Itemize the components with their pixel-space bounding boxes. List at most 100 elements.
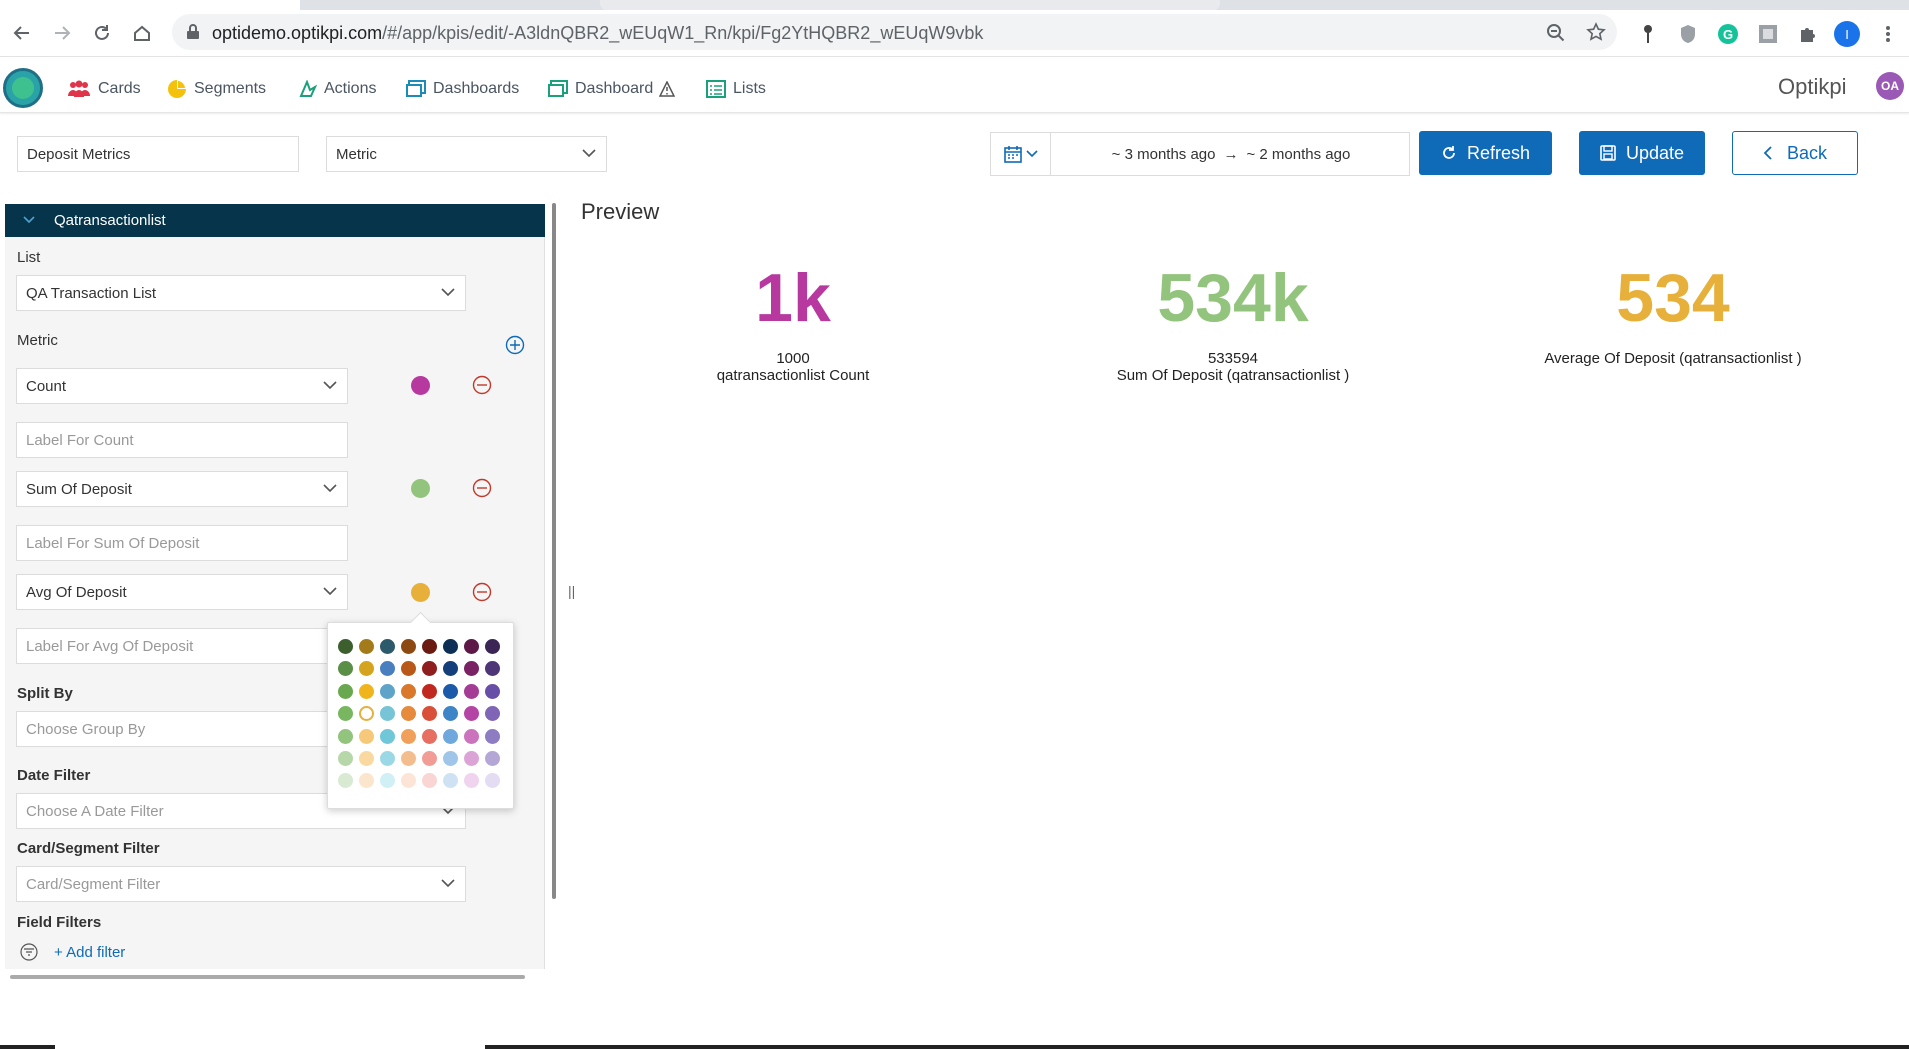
app-logo[interactable] (3, 68, 43, 108)
color-swatch[interactable] (422, 683, 437, 699)
nav-dashboards[interactable]: Dashboards (406, 78, 519, 100)
color-swatch[interactable] (401, 728, 416, 744)
color-swatch[interactable] (464, 728, 479, 744)
nav-lists[interactable]: Lists (706, 78, 766, 100)
nav-actions[interactable]: Actions (299, 78, 376, 100)
color-swatch[interactable] (359, 639, 374, 654)
color-swatch[interactable] (443, 773, 458, 789)
color-swatch[interactable] (359, 661, 374, 677)
active-tab[interactable] (0, 0, 300, 10)
color-swatch[interactable] (359, 683, 374, 699)
color-swatch[interactable] (443, 728, 458, 744)
remove-metric-icon[interactable] (472, 582, 492, 602)
add-filter-link[interactable]: + Add filter (54, 944, 125, 961)
color-swatch[interactable] (485, 773, 500, 789)
color-swatch[interactable] (443, 706, 458, 722)
color-swatch[interactable] (401, 773, 416, 789)
nav-dashboard[interactable]: Dashboard (548, 78, 682, 100)
add-metric-icon[interactable] (505, 335, 525, 355)
color-swatch[interactable] (380, 706, 395, 722)
address-bar[interactable]: optidemo.optikpi.com/#/app/kpis/edit/-A3… (172, 14, 1617, 50)
color-swatch[interactable] (380, 728, 395, 744)
metric-color-swatch[interactable] (411, 479, 430, 498)
color-swatch[interactable] (401, 683, 416, 699)
panel-scrollbar-horizontal[interactable] (10, 975, 525, 979)
screenshot-extension-icon[interactable] (1756, 22, 1780, 46)
color-swatch[interactable] (338, 706, 353, 722)
color-swatch[interactable] (485, 639, 500, 654)
update-button[interactable]: Update (1579, 131, 1705, 175)
user-avatar[interactable]: OA (1876, 72, 1904, 100)
nav-segments[interactable]: Segments (167, 78, 266, 100)
kpi-type-select[interactable]: Metric (326, 136, 607, 172)
color-swatch[interactable] (485, 728, 500, 744)
color-swatch[interactable] (422, 639, 437, 654)
background-tab[interactable] (600, 0, 1220, 10)
metric-label-input-sum[interactable]: Label For Sum Of Deposit (16, 525, 348, 561)
color-swatch[interactable] (443, 639, 458, 654)
color-swatch[interactable] (485, 683, 500, 699)
color-swatch[interactable] (443, 661, 458, 677)
color-swatch[interactable] (464, 773, 479, 789)
panel-scrollbar-vertical[interactable] (552, 203, 556, 899)
color-swatch[interactable] (485, 706, 500, 722)
color-swatch-selected[interactable] (359, 706, 374, 722)
color-swatch[interactable] (338, 639, 353, 654)
refresh-button[interactable]: Refresh (1419, 131, 1552, 175)
remove-metric-icon[interactable] (472, 478, 492, 498)
color-swatch[interactable] (401, 639, 416, 654)
color-swatch[interactable] (338, 773, 353, 789)
home-icon[interactable] (129, 20, 155, 46)
color-swatch[interactable] (338, 728, 353, 744)
color-swatch[interactable] (380, 661, 395, 677)
color-swatch[interactable] (401, 751, 416, 766)
color-swatch[interactable] (464, 751, 479, 766)
zoom-icon[interactable] (1546, 23, 1566, 43)
color-swatch[interactable] (422, 706, 437, 722)
color-swatch[interactable] (338, 661, 353, 677)
color-swatch[interactable] (422, 773, 437, 789)
color-swatch[interactable] (422, 728, 437, 744)
key-icon[interactable] (1636, 22, 1660, 46)
color-swatch[interactable] (380, 683, 395, 699)
bookmark-star-icon[interactable] (1586, 22, 1606, 42)
color-swatch[interactable] (485, 661, 500, 677)
color-swatch[interactable] (443, 751, 458, 766)
kebab-menu-icon[interactable] (1876, 22, 1900, 46)
color-swatch[interactable] (359, 773, 374, 789)
metric-color-swatch[interactable] (411, 376, 430, 395)
color-swatch[interactable] (401, 706, 416, 722)
color-swatch[interactable] (422, 751, 437, 766)
metric-select-sum[interactable]: Sum Of Deposit (16, 471, 348, 507)
color-swatch[interactable] (380, 639, 395, 654)
back-arrow-icon[interactable] (9, 20, 35, 46)
reload-icon[interactable] (89, 20, 115, 46)
metric-select-count[interactable]: Count (16, 368, 348, 404)
metric-label-input-count[interactable]: Label For Count (16, 422, 348, 458)
panel-resize-handle[interactable]: || (568, 583, 575, 599)
grammarly-icon[interactable]: G (1716, 22, 1740, 46)
color-swatch[interactable] (485, 751, 500, 766)
color-swatch[interactable] (464, 706, 479, 722)
color-swatch[interactable] (338, 751, 353, 766)
list-select[interactable]: QA Transaction List (16, 275, 466, 311)
kpi-name-input[interactable]: Deposit Metrics (17, 136, 299, 172)
nav-cards[interactable]: Cards (67, 78, 141, 100)
color-swatch[interactable] (464, 639, 479, 654)
shield-icon[interactable] (1676, 22, 1700, 46)
color-swatch[interactable] (338, 683, 353, 699)
profile-avatar[interactable]: I (1834, 21, 1860, 47)
forward-arrow-icon[interactable] (49, 20, 75, 46)
back-button[interactable]: Back (1732, 131, 1858, 175)
date-range-picker[interactable]: ~ 3 months ago → ~ 2 months ago (990, 132, 1410, 176)
color-swatch[interactable] (380, 751, 395, 766)
color-swatch[interactable] (359, 728, 374, 744)
color-swatch[interactable] (401, 661, 416, 677)
calendar-toggle[interactable] (991, 133, 1051, 175)
color-swatch[interactable] (359, 751, 374, 766)
color-swatch[interactable] (380, 773, 395, 789)
color-swatch[interactable] (464, 661, 479, 677)
card-segment-filter-select[interactable]: Card/Segment Filter (16, 866, 466, 902)
color-swatch[interactable] (422, 661, 437, 677)
metric-color-swatch[interactable] (411, 583, 430, 602)
